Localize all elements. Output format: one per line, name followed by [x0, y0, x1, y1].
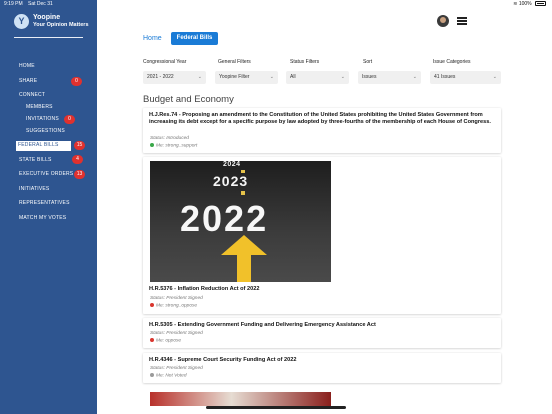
- sort-value: Issues: [362, 74, 377, 80]
- filter-label-issue-categories: Issue Categories: [433, 59, 471, 65]
- chevron-down-icon: ⌄: [197, 74, 202, 80]
- sidebar-item-connect[interactable]: CONNECT: [19, 91, 45, 101]
- battery-icon: [535, 1, 546, 7]
- executive-orders-badge: 13: [74, 170, 85, 179]
- bill-image-peek: [150, 392, 331, 406]
- road-year-2023: 2023: [213, 173, 249, 189]
- state-bills-badge: 4: [72, 155, 83, 164]
- wifi-icon: ≋: [513, 1, 518, 7]
- status-date: Sat Dec 31: [28, 1, 53, 7]
- bill-status: Status: President Signed: [150, 296, 203, 301]
- sidebar-item-federal-bills[interactable]: FEDERAL BILLS: [16, 141, 71, 151]
- bill-image: 2024 2023 2022: [150, 161, 331, 282]
- federal-bills-badge: 15: [74, 141, 85, 150]
- bill-my-vote: Me: oppose: [156, 338, 182, 344]
- road-year-2024: 2024: [223, 161, 241, 168]
- vote-status-dot-icon: [150, 338, 154, 342]
- chevron-down-icon: ⌄: [269, 74, 274, 80]
- battery-percent: 100%: [518, 1, 532, 7]
- bill-card[interactable]: H.J.Res.74 - Proposing an amendment to t…: [143, 108, 501, 153]
- vote-status-dot-icon: [150, 373, 154, 377]
- bill-status: Status: President Signed: [150, 331, 203, 336]
- yoopine-logo-icon: Y: [14, 14, 29, 29]
- hamburger-menu-icon[interactable]: [457, 17, 467, 25]
- brand-tagline: Your Opinion Matters: [33, 22, 89, 28]
- arrow-up-icon: [221, 235, 267, 255]
- status-time: 9:19 PM: [4, 1, 23, 7]
- congressional-year-select[interactable]: 2021 - 2022 ⌄: [143, 71, 206, 84]
- filter-label-sort: Sort: [363, 59, 373, 65]
- invitations-badge: 0: [64, 115, 75, 124]
- sidebar-item-executive-orders[interactable]: EXECUTIVE ORDERS: [19, 170, 73, 180]
- lane-marking: [241, 170, 245, 173]
- sidebar-item-representatives[interactable]: REPRESENTATIVES: [19, 199, 70, 209]
- lane-marking: [241, 191, 245, 195]
- brand[interactable]: Y Yoopine Your Opinion Matters: [14, 14, 89, 29]
- share-badge: 0: [71, 77, 82, 86]
- road-year-2022: 2022: [180, 198, 269, 239]
- brand-name: Yoopine: [33, 14, 61, 21]
- chevron-down-icon: ⌄: [340, 74, 345, 80]
- sort-select[interactable]: Issues ⌄: [358, 71, 421, 84]
- brand-divider: [14, 37, 83, 38]
- bill-title: H.R.5376 - Inflation Reduction Act of 20…: [149, 286, 260, 292]
- sidebar-item-invitations[interactable]: INVITATIONS: [26, 115, 59, 125]
- vote-status-dot-icon: [150, 303, 154, 307]
- filter-label-general-filters: General Filters: [218, 59, 251, 65]
- filter-label-congressional-year: Congressional Year: [143, 59, 187, 65]
- status-filters-select[interactable]: All ⌄: [286, 71, 349, 84]
- bill-my-vote: Me: strong_oppose: [156, 303, 198, 309]
- vote-status-dot-icon: [150, 143, 154, 147]
- bill-status: Status: Introduced: [150, 136, 189, 141]
- breadcrumb-current: Federal Bills: [171, 32, 218, 45]
- general-filters-select[interactable]: Yoopine Filter ⌄: [215, 71, 278, 84]
- sidebar: Y Yoopine Your Opinion Matters HOME SHAR…: [0, 0, 97, 414]
- avatar[interactable]: [437, 15, 449, 27]
- breadcrumb-home[interactable]: Home: [143, 35, 162, 42]
- arrow-shaft: [237, 255, 251, 282]
- bill-my-vote: Me: strong_support: [156, 143, 198, 149]
- general-filters-value: Yoopine Filter: [219, 74, 250, 80]
- chevron-down-icon: ⌄: [492, 74, 497, 80]
- chevron-down-icon: ⌄: [412, 74, 417, 80]
- sidebar-item-share[interactable]: SHARE: [19, 77, 37, 87]
- issue-categories-value: 41 Issues: [434, 74, 456, 80]
- filter-label-status-filters: Status Filters: [290, 59, 320, 65]
- bill-title: H.J.Res.74 - Proposing an amendment to t…: [149, 112, 491, 125]
- status-filters-value: All: [290, 74, 296, 80]
- bill-card[interactable]: H.R.5305 - Extending Government Funding …: [143, 318, 501, 348]
- bill-my-vote: Me: Not Voted: [156, 373, 187, 379]
- bill-title: H.R.4346 - Supreme Court Security Fundin…: [149, 357, 297, 363]
- congressional-year-value: 2021 - 2022: [147, 74, 174, 80]
- sidebar-item-home[interactable]: HOME: [19, 62, 35, 72]
- issue-categories-select[interactable]: 41 Issues ⌄: [430, 71, 501, 84]
- sidebar-item-state-bills[interactable]: STATE BILLS: [19, 156, 52, 166]
- sidebar-item-members[interactable]: MEMBERS: [26, 103, 53, 113]
- sidebar-item-initiatives[interactable]: INITIATIVES: [19, 185, 49, 195]
- bill-status: Status: President Signed: [150, 366, 203, 371]
- bill-title: H.R.5305 - Extending Government Funding …: [149, 322, 376, 328]
- home-indicator[interactable]: [206, 406, 346, 409]
- bill-card[interactable]: H.R.4346 - Supreme Court Security Fundin…: [143, 353, 501, 383]
- sidebar-item-match-my-votes[interactable]: MATCH MY VOTES: [19, 214, 66, 224]
- section-title: Budget and Economy: [143, 94, 234, 105]
- sidebar-item-suggestions[interactable]: SUGGESTIONS: [26, 127, 65, 137]
- status-bar: 9:19 PM Sat Dec 31 ≋ 100%: [0, 0, 552, 9]
